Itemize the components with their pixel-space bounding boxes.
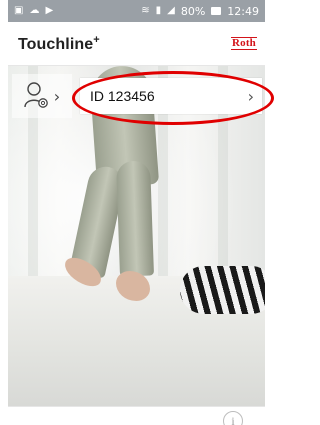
wifi-icon: ≋	[141, 5, 150, 16]
app-header: Touchline+ Roth	[8, 22, 265, 66]
image-icon: ▣	[14, 5, 24, 16]
app-title-text: Touchline	[18, 35, 94, 53]
user-gear-icon	[24, 82, 48, 108]
app-title-plus: +	[93, 33, 100, 46]
status-bar: ▣ ☁ ▶ ≋ ▮ ◢ 80% 12:49	[8, 0, 265, 22]
battery-percent: 80%	[180, 4, 206, 18]
striped-rug	[180, 266, 265, 314]
chevron-right-icon: ›	[247, 86, 254, 106]
info-icon: i	[231, 413, 235, 425]
bottom-bar: i	[8, 406, 265, 425]
installation-id-button[interactable]: ID 123456 ›	[80, 78, 262, 114]
user-settings-button[interactable]: ›	[12, 74, 72, 118]
phone-screen: ▣ ☁ ▶ ≋ ▮ ◢ 80% 12:49 Touchline+ Roth › …	[0, 0, 274, 425]
info-button[interactable]: i	[223, 411, 243, 425]
leg-right-lower	[116, 160, 154, 277]
account-row: › ID 123456 ›	[8, 66, 265, 126]
status-right-icons: ≋ ▮ ◢ 80% 12:49	[141, 5, 259, 18]
play-store-icon: ▶	[45, 5, 54, 16]
signal-icon: ◢	[167, 5, 175, 16]
notification-icon: ▮	[155, 5, 162, 16]
roth-logo: Roth	[230, 37, 257, 50]
clock: 12:49	[227, 4, 259, 18]
app-title: Touchline+	[18, 34, 100, 54]
battery-icon	[211, 7, 222, 15]
cloud-icon: ☁	[29, 5, 40, 16]
chevron-right-icon: ›	[53, 86, 61, 106]
status-left-icons: ▣ ☁ ▶	[14, 6, 53, 16]
installation-id-label: ID 123456	[90, 88, 155, 104]
